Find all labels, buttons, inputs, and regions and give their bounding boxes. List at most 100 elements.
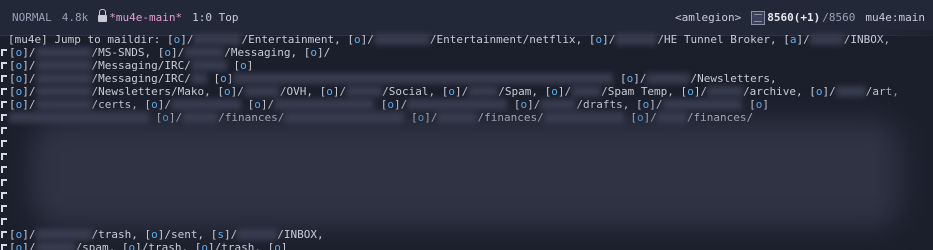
maildir-key[interactable]: o (520, 98, 527, 111)
redacted-text (35, 60, 92, 71)
maildir-key[interactable]: o (16, 85, 23, 98)
continuation-icon (1, 243, 8, 250)
redacted-text (373, 34, 430, 45)
minibuffer-line: [o]/ /trash, [o] /sent, [s]/ /INBOX, (0, 228, 324, 241)
maildir-entry[interactable]: /MS-SNDS, (92, 46, 152, 59)
maildir-entry[interactable]: /drafts, (576, 98, 629, 111)
minibuffer-line: [o]/ /Newsletters/Mako, [o]/ /OVH, [o]/ … (0, 85, 899, 98)
maildir-entry[interactable]: /sent, (164, 228, 204, 241)
maildir-entry[interactable]: /Messaging, (224, 46, 297, 59)
mail-account: <amlegion> (675, 11, 742, 24)
maildir-key[interactable]: o (354, 33, 361, 46)
edge-fade (873, 30, 933, 250)
maildir-key[interactable]: o (326, 85, 333, 98)
maildir-key[interactable]: o (16, 98, 23, 111)
maildir-key[interactable]: o (16, 46, 23, 59)
minibuffer-line (0, 176, 9, 189)
maildir-key[interactable]: o (627, 72, 634, 85)
continuation-icon (1, 61, 8, 70)
maildir-entry[interactable]: /certs, (92, 98, 138, 111)
maildir-entry[interactable]: /trash, (142, 241, 188, 250)
maildir-entry[interactable]: /Newsletters/Mako, (92, 85, 211, 98)
maildir-key[interactable]: o (551, 85, 558, 98)
maildir-entry[interactable]: /Entertainment, (241, 33, 340, 46)
redacted-text (809, 34, 844, 45)
maildir-entry[interactable]: /Messaging/IRC/ (92, 72, 191, 85)
minibuffer-line (0, 137, 9, 150)
total-count: /8560 (822, 11, 856, 24)
maildir-key[interactable]: o (16, 228, 23, 241)
maildir-key[interactable]: o (129, 241, 136, 250)
maildir-key[interactable]: o (254, 98, 261, 111)
lock-icon (98, 9, 108, 22)
maildir-entry[interactable]: /Messaging/IRC/ (92, 59, 191, 72)
maildir-key[interactable]: o (220, 72, 227, 85)
redacted-text (346, 86, 383, 97)
maildir-entry[interactable]: /trash, (92, 228, 138, 241)
redacted-text (237, 229, 278, 240)
maildir-key[interactable]: a (790, 33, 797, 46)
minibuffer[interactable]: [mu4e] Jump to maildir: [o]/ /Entertainm… (0, 30, 933, 250)
maildir-key[interactable]: o (816, 85, 823, 98)
continuation-icon (1, 204, 8, 213)
maildir-entry[interactable]: /trash, (215, 241, 261, 250)
maildir-key[interactable]: o (174, 33, 181, 46)
maildir-key[interactable]: o (687, 85, 694, 98)
maildir-entry[interactable]: /archive, (743, 85, 803, 98)
redacted-text (190, 73, 207, 84)
maildir-key[interactable]: o (756, 98, 763, 111)
maildir-key[interactable]: o (16, 72, 23, 85)
continuation-icon (1, 74, 8, 83)
maildir-key[interactable]: o (164, 46, 171, 59)
continuation-icon (1, 113, 8, 122)
continuation-icon (1, 178, 8, 187)
maildir-key[interactable]: o (387, 98, 394, 111)
continuation-icon (1, 87, 8, 96)
minibuffer-line (0, 150, 9, 163)
cursor-position: 1:0 Top (192, 11, 239, 24)
minibuffer-line (0, 215, 9, 228)
continuation-icon (1, 165, 8, 174)
continuation-icon (1, 139, 8, 148)
continuation-icon (1, 48, 8, 57)
maildir-key[interactable]: o (201, 241, 208, 250)
maildir-key[interactable]: o (151, 228, 158, 241)
redacted-text (190, 60, 227, 71)
prompt-text: [mu4e] Jump to maildir: (8, 33, 167, 46)
maildir-key[interactable]: o (240, 59, 247, 72)
minibuffer-line: [o]/ /spam, [o] /trash, [o] /trash, [o] (0, 241, 287, 250)
redacted-text (35, 47, 92, 58)
maildir-entry[interactable]: /spam, (76, 241, 116, 250)
maildir-key[interactable]: o (596, 33, 603, 46)
redacted-text (274, 99, 375, 110)
maildir-key[interactable]: o (310, 46, 317, 59)
maildir-entry[interactable]: /HE Tunnel Broker, (657, 33, 776, 46)
maildir-entry[interactable]: /Spam, (498, 85, 538, 98)
continuation-icon (1, 217, 8, 226)
continuation-icon (1, 230, 8, 239)
maildir-key[interactable]: o (16, 59, 23, 72)
maildir-entry[interactable]: /Social, (382, 85, 435, 98)
major-mode[interactable]: mu4e:main (865, 11, 925, 24)
maildir-key[interactable]: o (448, 85, 455, 98)
maildir-entry[interactable]: /Entertainment/netflix, (430, 33, 582, 46)
minibuffer-line (0, 189, 9, 202)
redacted-text (35, 86, 92, 97)
maildir-key[interactable]: o (643, 98, 650, 111)
maildir-key[interactable]: o (16, 241, 23, 250)
maildir-entry[interactable]: /OVH, (280, 85, 313, 98)
maildir-entry[interactable]: /INBOX, (277, 228, 323, 241)
maildir-entry[interactable]: /Newsletters, (690, 72, 776, 85)
redacted-text (170, 99, 241, 110)
maildir-key[interactable]: o (274, 241, 281, 250)
evil-state-indicator: NORMAL (12, 11, 52, 24)
redacted-text (571, 86, 602, 97)
buffer-name[interactable]: *mu4e-main* (109, 11, 182, 24)
maildir-entry[interactable]: /Spam Temp, (601, 85, 674, 98)
maildir-key[interactable]: o (151, 98, 158, 111)
redacted-region (30, 120, 910, 228)
unread-count: 8560(+1) (767, 11, 821, 24)
redacted-text (35, 229, 92, 240)
maildir-key[interactable]: s (217, 228, 224, 241)
maildir-key[interactable]: o (224, 85, 231, 98)
